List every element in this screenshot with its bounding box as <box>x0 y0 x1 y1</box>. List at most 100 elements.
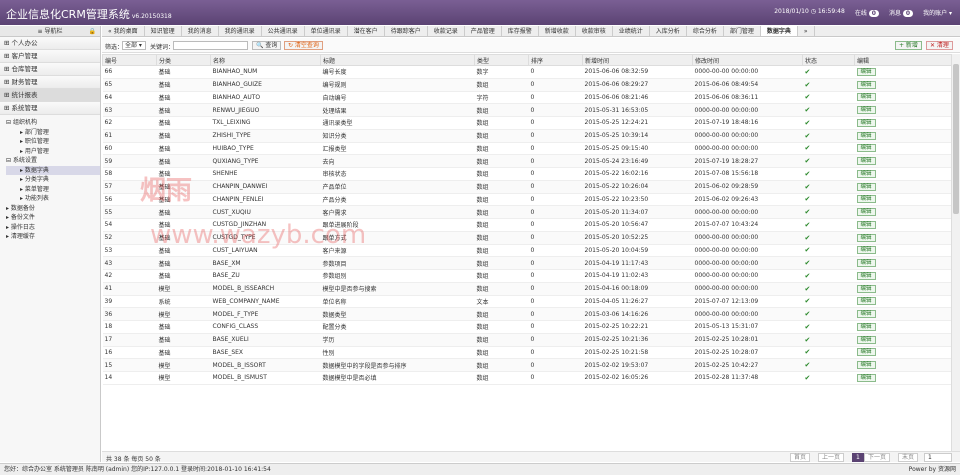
account-menu[interactable]: 我的账户 ▾ <box>923 8 952 17</box>
tree-item[interactable]: ▸ 用户管理 <box>6 147 100 157</box>
table-row[interactable]: 42 基础 BASE_ZU 参数组别 数组 0 2015-04-19 11:02:43 000… <box>102 269 951 283</box>
clear-query-button[interactable]: ↻ 清空查询 <box>284 41 323 50</box>
edit-button[interactable]: 编辑 <box>856 144 876 153</box>
edit-button[interactable]: 编辑 <box>856 259 876 268</box>
edit-button[interactable]: 编辑 <box>856 297 876 306</box>
tab-item[interactable]: 知识管理 <box>145 26 182 36</box>
last-page-button[interactable]: 末页 <box>898 453 919 462</box>
category-select[interactable]: 全部 ▾ <box>122 41 146 50</box>
column-header[interactable]: 名称 <box>210 54 321 66</box>
tree-item[interactable]: ▸ 数据备份 <box>6 204 100 214</box>
tree-item[interactable]: ⊟ 组织机构 <box>6 118 100 128</box>
sidebar-section-item[interactable]: ⊞ 个人办公 <box>0 37 100 50</box>
table-row[interactable]: 16 基础 BASE_SEX 性别 数组 0 2015-02-25 10:21:58 2015… <box>102 346 951 360</box>
tab-item[interactable]: 我的通讯录 <box>219 26 262 36</box>
table-row[interactable]: 63 基础 RENWU_JIEGUO 处理结果 数组 0 2015-05-31 16:53:… <box>102 103 951 117</box>
table-row[interactable]: 58 基础 SHENHE 审核状态 数组 0 2015-05-22 16:02:16 2015… <box>102 167 951 181</box>
column-header[interactable]: 类型 <box>474 54 529 66</box>
edit-button[interactable]: 编辑 <box>856 67 876 76</box>
tree-item[interactable]: ▸ 部门管理 <box>6 128 100 138</box>
tab-item[interactable]: 我的消息 <box>182 26 219 36</box>
table-row[interactable]: 43 基础 BASE_XM 参数项目 数组 0 2015-04-19 11:17:43 000… <box>102 256 951 270</box>
edit-button[interactable]: 编辑 <box>856 118 876 127</box>
tab-item[interactable]: 部门管理 <box>724 26 761 36</box>
sidebar-section-item[interactable]: ⊞ 统计报表 <box>0 89 100 102</box>
sidebar-section-item[interactable]: ⊞ 仓库管理 <box>0 63 100 76</box>
tree-item[interactable]: ▸ 数据字典 <box>6 165 100 175</box>
tab-item[interactable]: 综合分析 <box>687 26 724 36</box>
table-row[interactable]: 53 基础 CUST_LAIYUAN 客户来源 数组 0 2015-05-20 10:04:… <box>102 244 951 258</box>
tab-item[interactable]: » <box>798 26 815 36</box>
tab-item[interactable]: 新增收款 <box>539 26 576 36</box>
tree-item[interactable]: ▸ 分类字典 <box>6 175 100 185</box>
tab-item[interactable]: 收款审核 <box>576 26 613 36</box>
tree-item[interactable]: ▸ 清理缓存 <box>6 232 100 242</box>
add-button[interactable]: + 新增 <box>895 41 922 50</box>
column-header[interactable]: 编辑 <box>854 54 951 66</box>
edit-button[interactable]: 编辑 <box>856 335 876 344</box>
tab-item[interactable]: 收款记录 <box>428 26 465 36</box>
edit-button[interactable]: 编辑 <box>856 80 876 89</box>
edit-button[interactable]: 编辑 <box>856 322 876 331</box>
edit-button[interactable]: 编辑 <box>856 93 876 102</box>
table-row[interactable]: 65 基础 BIANHAO_GUIZE 编号规则 数组 0 2015-06-06 08:29… <box>102 78 951 92</box>
table-row[interactable]: 66 基础 BIANHAO_NUM 编号长度 数字 0 2015-06-06 08:32:5… <box>102 65 951 79</box>
edit-button[interactable]: 编辑 <box>856 310 876 319</box>
table-row[interactable]: 55 基础 CUST_XUQIU 客户需求 数组 0 2015-05-20 11:34:07… <box>102 205 951 219</box>
sidebar-section-item[interactable]: ⊞ 财务管理 <box>0 76 100 89</box>
edit-button[interactable]: 编辑 <box>856 373 876 382</box>
tab-item[interactable]: 待跟踪客户 <box>385 26 428 36</box>
edit-button[interactable]: 编辑 <box>856 246 876 255</box>
column-header[interactable]: 标题 <box>320 54 475 66</box>
tab-item[interactable]: 产品管理 <box>465 26 502 36</box>
tab-item[interactable]: 潜在客户 <box>348 26 385 36</box>
tree-item[interactable]: ▸ 职位管理 <box>6 137 100 147</box>
edit-button[interactable]: 编辑 <box>856 271 876 280</box>
tree-item[interactable]: ▸ 备份文件 <box>6 213 100 223</box>
online-indicator[interactable]: 在线 0 <box>855 8 879 17</box>
tab-item[interactable]: 入库分析 <box>650 26 687 36</box>
tree-item[interactable]: ⊟ 系统设置 <box>6 156 100 166</box>
table-row[interactable]: 17 基础 BASE_XUELI 学历 数组 0 2015-02-25 10:21:36 20… <box>102 333 951 347</box>
column-header[interactable]: 分类 <box>156 54 211 66</box>
tree-item[interactable]: ▸ 操作日志 <box>6 223 100 233</box>
tab-item[interactable]: 数据字典 <box>760 26 798 36</box>
prev-page-button[interactable]: 上一页 <box>818 453 845 462</box>
current-page[interactable]: 1 <box>852 453 864 462</box>
table-row[interactable]: 56 基础 CHANPIN_FENLEI 产品分类 数组 0 2015-05-22 10:2… <box>102 193 951 207</box>
search-button[interactable]: 🔍 查询 <box>252 41 282 50</box>
table-row[interactable]: 64 基础 BIANHAO_AUTO 自动编号 字符 0 2015-06-06 08:21:… <box>102 91 951 105</box>
edit-button[interactable]: 编辑 <box>856 169 876 178</box>
edit-button[interactable]: 编辑 <box>856 195 876 204</box>
edit-button[interactable]: 编辑 <box>856 348 876 357</box>
vertical-scrollbar[interactable] <box>951 54 960 451</box>
edit-button[interactable]: 编辑 <box>856 157 876 166</box>
edit-button[interactable]: 编辑 <box>856 361 876 370</box>
message-indicator[interactable]: 消息 0 <box>889 8 914 17</box>
keyword-input[interactable] <box>173 41 248 50</box>
first-page-button[interactable]: 首页 <box>790 453 811 462</box>
column-header[interactable]: 状态 <box>802 54 855 66</box>
sidebar-section-item[interactable]: ⊞ 系统管理 <box>0 102 100 115</box>
tab-item[interactable]: 单位通讯录 <box>305 26 348 36</box>
column-header[interactable]: 编号 <box>102 54 157 66</box>
edit-button[interactable]: 编辑 <box>856 284 876 293</box>
table-row[interactable]: 62 基础 TXL_LEIXING 通讯录类型 数组 0 2015-05-25 12:24:… <box>102 116 951 130</box>
tree-item[interactable]: ▸ 功能列表 <box>6 194 100 204</box>
table-row[interactable]: 39 系统 WEB_COMPANY_NAME 单位名称 文本 0 2015-04-05 11… <box>102 295 951 309</box>
edit-button[interactable]: 编辑 <box>856 106 876 115</box>
column-header[interactable]: 排序 <box>528 54 583 66</box>
table-row[interactable]: 36 模型 MODEL_F_TYPE 数据类型 数组 0 2015-03-06 14:16:… <box>102 307 951 321</box>
edit-button[interactable]: 编辑 <box>856 182 876 191</box>
tab-item[interactable]: 库存报警 <box>502 26 539 36</box>
table-row[interactable]: 15 模型 MODEL_B_ISSORT 数据模型中的字段是否参与排序 数组 0 2015-… <box>102 358 951 372</box>
clean-button[interactable]: ✕ 清理 <box>926 41 953 50</box>
edit-button[interactable]: 编辑 <box>856 208 876 217</box>
table-row[interactable]: 14 模型 MODEL_B_ISMUST 数据模型中是否必填 数组 0 2015-02-02… <box>102 371 951 385</box>
tree-item[interactable]: ▸ 菜单管理 <box>6 185 100 195</box>
tab-item[interactable]: 公共通讯录 <box>262 26 305 36</box>
table-row[interactable]: 54 基础 CUSTGD_JINZHAN 跟单进展阶段 数组 0 2015-05-20 10… <box>102 218 951 232</box>
sidebar-section-item[interactable]: ⊞ 客户管理 <box>0 50 100 63</box>
table-row[interactable]: 18 基础 CONFIG_CLASS 配置分类 数组 0 2015-02-25 10:22:… <box>102 320 951 334</box>
scroll-thumb[interactable] <box>953 64 959 214</box>
